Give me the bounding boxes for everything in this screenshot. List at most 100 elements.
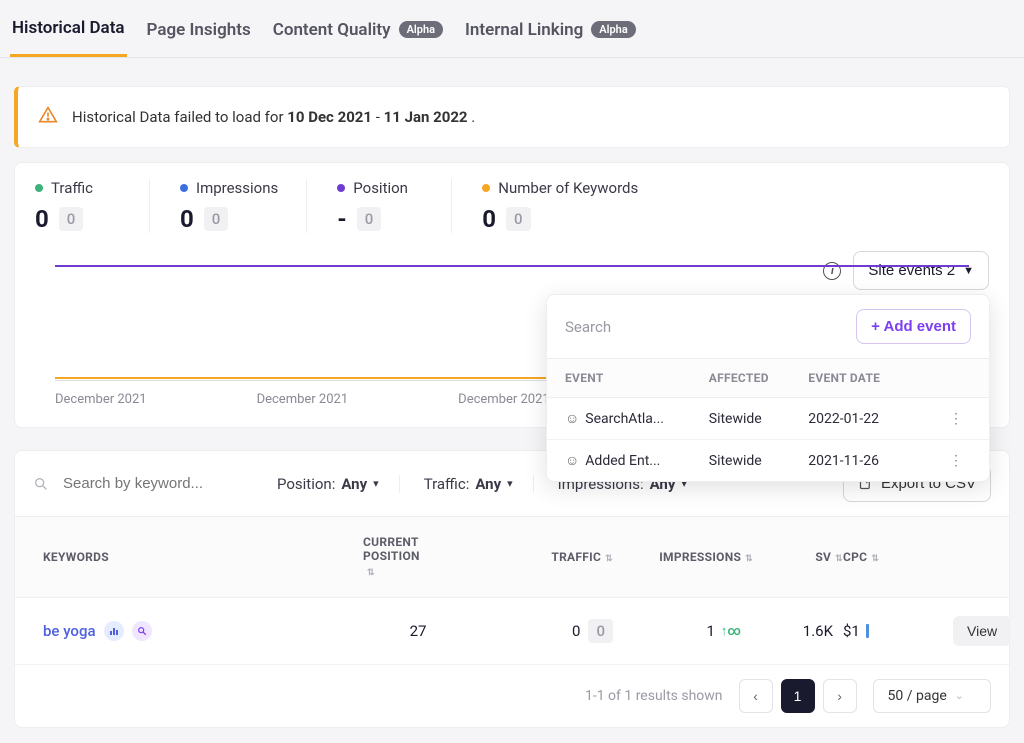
dot-icon xyxy=(482,184,490,192)
metric-delta: 0 xyxy=(506,207,531,231)
metric-value: - xyxy=(337,205,346,233)
alert-start: 10 Dec 2021 xyxy=(287,108,372,126)
col-traffic[interactable]: TRAFFIC xyxy=(473,550,613,564)
keyword-row[interactable]: be yoga 27 0 0 1 ↑∞ 1.6K $1 View xyxy=(15,598,1009,665)
filter-traffic[interactable]: Traffic: Any ▾ xyxy=(424,475,534,493)
col-date: EVENT DATE xyxy=(808,371,941,385)
col-sv[interactable]: SV xyxy=(753,550,843,564)
alert-end: 11 Jan 2022 xyxy=(384,108,468,126)
results-count: 1-1 of 1 results shown xyxy=(585,688,723,704)
per-page-label: 50 / page xyxy=(888,688,947,704)
alert-dash: - xyxy=(372,108,384,126)
dot-icon xyxy=(180,184,188,192)
metric-value: 0 xyxy=(482,205,496,233)
metric-keywords[interactable]: Number of Keywords 0 0 xyxy=(482,179,666,233)
keyword-impressions: 1 ↑∞ xyxy=(613,622,753,640)
load-error-alert: Historical Data failed to load for 10 De… xyxy=(14,86,1010,148)
filter-value: Any xyxy=(475,475,501,493)
alert-suffix: . xyxy=(468,108,476,126)
tab-internal-linking[interactable]: Internal Linking Alpha xyxy=(463,18,638,57)
metric-values: 0 0 xyxy=(482,205,638,233)
keyword-text: be yoga xyxy=(43,622,96,640)
keyword-position: 27 xyxy=(363,622,473,640)
metric-label: Number of Keywords xyxy=(482,179,638,197)
col-event: EVENT xyxy=(565,371,709,385)
keyword-search-input[interactable] xyxy=(63,475,223,492)
event-row[interactable]: ☺SearchAtla... Sitewide 2022-01-22 ⋮ xyxy=(547,398,989,440)
col-cpc[interactable]: CPC xyxy=(843,550,953,564)
col-keywords[interactable]: KEYWORDS xyxy=(43,550,363,564)
metric-position[interactable]: Position - 0 xyxy=(337,179,452,233)
col-position[interactable]: CURRENT POSITION xyxy=(363,535,473,579)
dot-icon xyxy=(35,184,43,192)
filter-position[interactable]: Position: Any ▾ xyxy=(277,475,400,493)
tab-page-insights[interactable]: Page Insights xyxy=(145,18,253,57)
keywords-footer: 1-1 of 1 results shown ‹ 1 › 50 / page ⌄ xyxy=(15,665,1009,727)
magnify-icon[interactable] xyxy=(132,621,152,641)
event-row[interactable]: ☺Added Ent... Sitewide 2021-11-26 ⋮ xyxy=(547,440,989,481)
alert-prefix: Historical Data failed to load for xyxy=(72,108,287,126)
metric-delta: 0 xyxy=(357,207,382,231)
alert-text: Historical Data failed to load for 10 De… xyxy=(72,108,475,126)
metric-name: Traffic xyxy=(51,179,93,197)
bar-chart-icon[interactable] xyxy=(104,621,124,641)
metric-name: Position xyxy=(353,179,408,197)
keyword-sv: 1.6K xyxy=(753,622,843,640)
events-columns-header: EVENT AFFECTED EVENT DATE xyxy=(547,359,989,398)
chevron-down-icon: ▾ xyxy=(373,477,379,490)
tab-historical-data[interactable]: Historical Data xyxy=(10,18,127,57)
metrics-row: Traffic 0 0 Impressions 0 0 Position xyxy=(35,179,989,233)
alpha-badge: Alpha xyxy=(399,21,443,38)
col-affected: AFFECTED xyxy=(709,371,809,385)
filter-label: Traffic: xyxy=(424,475,470,493)
traffic-delta: 0 xyxy=(588,619,613,643)
next-page-button[interactable]: › xyxy=(823,679,857,713)
per-page-select[interactable]: 50 / page ⌄ xyxy=(873,679,991,713)
filter-label: Position: xyxy=(277,475,335,493)
chevron-down-icon: ⌄ xyxy=(955,689,964,702)
x-tick: December 2021 xyxy=(458,392,550,407)
metric-name: Number of Keywords xyxy=(498,179,638,197)
metric-values: 0 0 xyxy=(180,205,278,233)
events-search-input[interactable]: Search xyxy=(565,318,611,336)
metric-name: Impressions xyxy=(196,179,278,197)
pagination: ‹ 1 › xyxy=(739,679,857,713)
smile-icon: ☺ xyxy=(565,411,579,427)
alpha-badge: Alpha xyxy=(591,21,635,38)
metric-delta: 0 xyxy=(204,207,229,231)
event-affected: Sitewide xyxy=(709,453,809,469)
keyword-search[interactable] xyxy=(33,475,253,492)
event-date: 2022-01-22 xyxy=(808,411,941,427)
metric-traffic[interactable]: Traffic 0 0 xyxy=(35,179,150,233)
metric-impressions[interactable]: Impressions 0 0 xyxy=(180,179,307,233)
tab-internal-linking-label: Internal Linking xyxy=(465,20,583,40)
metric-label: Traffic xyxy=(35,179,121,197)
impressions-delta: ↑∞ xyxy=(721,623,741,639)
warning-icon xyxy=(38,105,58,129)
metric-label: Position xyxy=(337,179,423,197)
position-series-line xyxy=(55,265,969,267)
metric-values: 0 0 xyxy=(35,205,121,233)
prev-page-button[interactable]: ‹ xyxy=(739,679,773,713)
filter-value: Any xyxy=(341,475,367,493)
event-row-menu-icon[interactable]: ⋮ xyxy=(941,453,971,469)
metric-label: Impressions xyxy=(180,179,278,197)
site-events-dropdown[interactable]: Site events 2 ▼ xyxy=(853,251,989,290)
event-name: ☺Added Ent... xyxy=(565,452,709,469)
col-impressions[interactable]: IMPRESSIONS xyxy=(613,550,753,564)
keyword-traffic: 0 0 xyxy=(473,619,613,643)
metric-values: - 0 xyxy=(337,205,423,233)
keywords-card: Position: Any ▾ Traffic: Any ▾ Impressio… xyxy=(14,450,1010,728)
page-number-button[interactable]: 1 xyxy=(781,679,815,713)
tab-content-quality[interactable]: Content Quality Alpha xyxy=(271,18,445,57)
tab-content-quality-label: Content Quality xyxy=(273,20,391,40)
metric-value: 0 xyxy=(35,205,49,233)
event-name: ☺SearchAtla... xyxy=(565,410,709,427)
site-events-popover: Search + Add event EVENT AFFECTED EVENT … xyxy=(546,294,990,482)
event-row-menu-icon[interactable]: ⋮ xyxy=(941,411,971,427)
keyword-name-cell[interactable]: be yoga xyxy=(43,621,363,641)
keywords-columns-header: KEYWORDS CURRENT POSITION TRAFFIC IMPRES… xyxy=(15,517,1009,598)
view-button[interactable]: View xyxy=(953,616,1010,646)
add-event-button[interactable]: + Add event xyxy=(856,309,971,344)
metric-value: 0 xyxy=(180,205,194,233)
